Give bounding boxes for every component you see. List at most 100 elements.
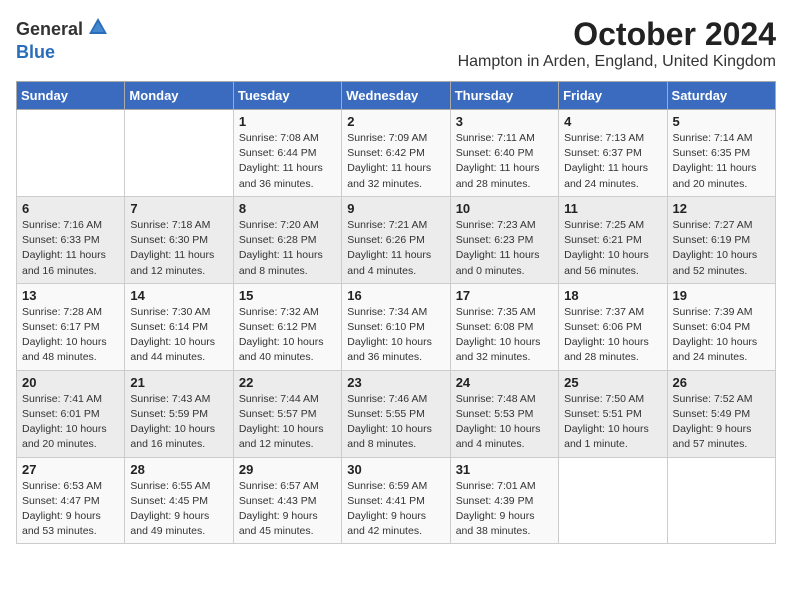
- day-number: 10: [456, 201, 553, 216]
- day-cell: 8Sunrise: 7:20 AM Sunset: 6:28 PM Daylig…: [233, 196, 341, 283]
- weekday-header-monday: Monday: [125, 82, 233, 110]
- day-number: 6: [22, 201, 119, 216]
- day-cell: 16 Sunrise: 7:34 AM Sunset: 6:10 PM Dayli…: [342, 283, 450, 370]
- day-cell: 9 Sunrise: 7:21 AM Sunset: 6:26 PM Daylig…: [342, 196, 450, 283]
- weekday-header-friday: Friday: [559, 82, 667, 110]
- day-info: Sunrise: 7:16 AM Sunset: 6:33 PM Dayligh…: [22, 218, 119, 279]
- logo: General Blue: [16, 16, 109, 63]
- day-info: Sunrise: 7:44 AM Sunset: 5:57 PM Dayligh…: [239, 392, 336, 453]
- day-cell: 10 Sunrise: 7:23 AM Sunset: 6:23 PM Dayli…: [450, 196, 558, 283]
- day-info: Sunrise: 7:35 AM Sunset: 6:08 PM Dayligh…: [456, 305, 553, 366]
- day-number: 11: [564, 201, 661, 216]
- logo-icon: [87, 16, 109, 43]
- day-info: Sunrise: 7:41 AM Sunset: 6:01 PM Dayligh…: [22, 392, 119, 453]
- day-number: 8: [239, 201, 336, 216]
- day-info: Sunrise: 7:27 AM Sunset: 6:19 PM Dayligh…: [673, 218, 770, 279]
- month-title: October 2024: [458, 16, 776, 53]
- day-number: 2: [347, 114, 444, 129]
- day-info: Sunrise: 7:34 AM Sunset: 6:10 PM Dayligh…: [347, 305, 444, 366]
- day-cell: 6 Sunrise: 7:16 AM Sunset: 6:33 PM Daylig…: [17, 196, 125, 283]
- day-cell: 25 Sunrise: 7:50 AM Sunset: 5:51 PM Dayli…: [559, 370, 667, 457]
- day-info: Sunrise: 7:48 AM Sunset: 5:53 PM Dayligh…: [456, 392, 553, 453]
- title-area: October 2024 Hampton in Arden, England, …: [458, 16, 776, 71]
- day-number: 3: [456, 114, 553, 129]
- day-cell: 14 Sunrise: 7:30 AM Sunset: 6:14 PM Dayli…: [125, 283, 233, 370]
- day-cell: 22 Sunrise: 7:44 AM Sunset: 5:57 PM Dayli…: [233, 370, 341, 457]
- week-row-3: 13Sunrise: 7:28 AM Sunset: 6:17 PM Dayli…: [17, 283, 776, 370]
- day-cell: 20 Sunrise: 7:41 AM Sunset: 6:01 PM Dayli…: [17, 370, 125, 457]
- day-info: Sunrise: 6:57 AM Sunset: 4:43 PM Dayligh…: [239, 479, 336, 540]
- week-row-2: 6 Sunrise: 7:16 AM Sunset: 6:33 PM Daylig…: [17, 196, 776, 283]
- day-cell: 27Sunrise: 6:53 AM Sunset: 4:47 PM Dayli…: [17, 457, 125, 544]
- weekday-header-saturday: Saturday: [667, 82, 775, 110]
- day-cell: 17 Sunrise: 7:35 AM Sunset: 6:08 PM Dayli…: [450, 283, 558, 370]
- day-info: Sunrise: 7:46 AM Sunset: 5:55 PM Dayligh…: [347, 392, 444, 453]
- day-info: Sunrise: 6:55 AM Sunset: 4:45 PM Dayligh…: [130, 479, 227, 540]
- day-number: 15: [239, 288, 336, 303]
- day-info: Sunrise: 7:14 AM Sunset: 6:35 PM Dayligh…: [673, 131, 770, 192]
- day-info: Sunrise: 7:13 AM Sunset: 6:37 PM Dayligh…: [564, 131, 661, 192]
- day-number: 30: [347, 462, 444, 477]
- logo-blue-text: Blue: [16, 43, 109, 63]
- day-cell: 4 Sunrise: 7:13 AM Sunset: 6:37 PM Daylig…: [559, 110, 667, 197]
- week-row-1: 1Sunrise: 7:08 AM Sunset: 6:44 PM Daylig…: [17, 110, 776, 197]
- day-number: 31: [456, 462, 553, 477]
- day-info: Sunrise: 7:01 AM Sunset: 4:39 PM Dayligh…: [456, 479, 553, 540]
- location-subtitle: Hampton in Arden, England, United Kingdo…: [458, 53, 776, 71]
- day-number: 21: [130, 375, 227, 390]
- day-info: Sunrise: 7:50 AM Sunset: 5:51 PM Dayligh…: [564, 392, 661, 453]
- weekday-header-tuesday: Tuesday: [233, 82, 341, 110]
- day-number: 5: [673, 114, 770, 129]
- day-cell: 1Sunrise: 7:08 AM Sunset: 6:44 PM Daylig…: [233, 110, 341, 197]
- day-cell: 24 Sunrise: 7:48 AM Sunset: 5:53 PM Dayli…: [450, 370, 558, 457]
- week-row-4: 20 Sunrise: 7:41 AM Sunset: 6:01 PM Dayli…: [17, 370, 776, 457]
- day-cell: 31 Sunrise: 7:01 AM Sunset: 4:39 PM Dayli…: [450, 457, 558, 544]
- day-info: Sunrise: 7:39 AM Sunset: 6:04 PM Dayligh…: [673, 305, 770, 366]
- day-info: Sunrise: 7:23 AM Sunset: 6:23 PM Dayligh…: [456, 218, 553, 279]
- day-info: Sunrise: 6:53 AM Sunset: 4:47 PM Dayligh…: [22, 479, 119, 540]
- day-number: 22: [239, 375, 336, 390]
- day-number: 17: [456, 288, 553, 303]
- day-number: 13: [22, 288, 119, 303]
- day-info: Sunrise: 7:21 AM Sunset: 6:26 PM Dayligh…: [347, 218, 444, 279]
- day-cell: 12 Sunrise: 7:27 AM Sunset: 6:19 PM Dayli…: [667, 196, 775, 283]
- logo-general-text: General: [16, 20, 83, 40]
- day-cell: 26 Sunrise: 7:52 AM Sunset: 5:49 PM Dayli…: [667, 370, 775, 457]
- day-cell: 7Sunrise: 7:18 AM Sunset: 6:30 PM Daylig…: [125, 196, 233, 283]
- day-number: 12: [673, 201, 770, 216]
- day-cell: 28Sunrise: 6:55 AM Sunset: 4:45 PM Dayli…: [125, 457, 233, 544]
- day-cell: 18 Sunrise: 7:37 AM Sunset: 6:06 PM Dayli…: [559, 283, 667, 370]
- day-cell: 5 Sunrise: 7:14 AM Sunset: 6:35 PM Daylig…: [667, 110, 775, 197]
- day-number: 14: [130, 288, 227, 303]
- header: General Blue October 2024 Hampton in Ard…: [16, 16, 776, 71]
- day-cell: 3 Sunrise: 7:11 AM Sunset: 6:40 PM Daylig…: [450, 110, 558, 197]
- day-cell: 29 Sunrise: 6:57 AM Sunset: 4:43 PM Dayli…: [233, 457, 341, 544]
- day-info: Sunrise: 7:30 AM Sunset: 6:14 PM Dayligh…: [130, 305, 227, 366]
- day-cell: 15Sunrise: 7:32 AM Sunset: 6:12 PM Dayli…: [233, 283, 341, 370]
- day-info: Sunrise: 7:08 AM Sunset: 6:44 PM Dayligh…: [239, 131, 336, 192]
- day-info: Sunrise: 7:52 AM Sunset: 5:49 PM Dayligh…: [673, 392, 770, 453]
- day-number: 9: [347, 201, 444, 216]
- day-cell: 21 Sunrise: 7:43 AM Sunset: 5:59 PM Dayli…: [125, 370, 233, 457]
- day-cell: [667, 457, 775, 544]
- calendar: SundayMondayTuesdayWednesdayThursdayFrid…: [16, 81, 776, 544]
- day-cell: 13Sunrise: 7:28 AM Sunset: 6:17 PM Dayli…: [17, 283, 125, 370]
- day-info: Sunrise: 7:18 AM Sunset: 6:30 PM Dayligh…: [130, 218, 227, 279]
- day-number: 24: [456, 375, 553, 390]
- day-number: 19: [673, 288, 770, 303]
- day-number: 29: [239, 462, 336, 477]
- day-info: Sunrise: 6:59 AM Sunset: 4:41 PM Dayligh…: [347, 479, 444, 540]
- day-number: 26: [673, 375, 770, 390]
- day-cell: [559, 457, 667, 544]
- day-number: 4: [564, 114, 661, 129]
- day-number: 18: [564, 288, 661, 303]
- weekday-header-wednesday: Wednesday: [342, 82, 450, 110]
- day-number: 25: [564, 375, 661, 390]
- weekday-header-thursday: Thursday: [450, 82, 558, 110]
- day-info: Sunrise: 7:37 AM Sunset: 6:06 PM Dayligh…: [564, 305, 661, 366]
- day-number: 20: [22, 375, 119, 390]
- day-info: Sunrise: 7:11 AM Sunset: 6:40 PM Dayligh…: [456, 131, 553, 192]
- day-number: 16: [347, 288, 444, 303]
- day-info: Sunrise: 7:43 AM Sunset: 5:59 PM Dayligh…: [130, 392, 227, 453]
- day-number: 23: [347, 375, 444, 390]
